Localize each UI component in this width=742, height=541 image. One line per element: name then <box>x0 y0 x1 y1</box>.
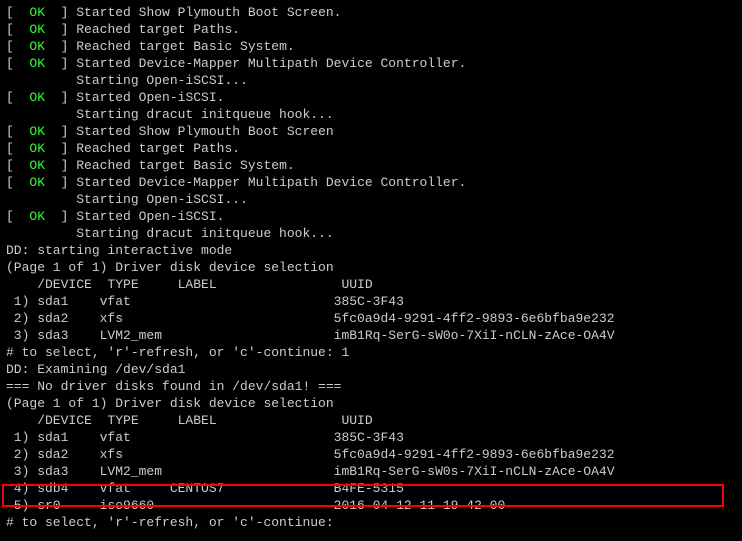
status-ok: OK <box>29 209 45 224</box>
boot-line-9: [ OK ] Reached target Basic System. <box>6 157 736 174</box>
status-ok: OK <box>29 175 45 190</box>
page1-nodisk: === No driver disks found in /dev/sda1! … <box>6 378 736 395</box>
boot-line-11: Starting Open-iSCSI... <box>6 191 736 208</box>
status-ok: OK <box>29 90 45 105</box>
status-ok: OK <box>29 22 45 37</box>
status-ok: OK <box>29 39 45 54</box>
page1-prompt: # to select, 'r'-refresh, or 'c'-continu… <box>6 344 736 361</box>
boot-line-13: Starting dracut initqueue hook... <box>6 225 736 242</box>
boot-line-12: [ OK ] Started Open-iSCSI. <box>6 208 736 225</box>
boot-line-2: [ OK ] Reached target Basic System. <box>6 38 736 55</box>
page2-header: /DEVICE TYPE LABEL UUID <box>6 412 736 429</box>
boot-line-8: [ OK ] Reached target Paths. <box>6 140 736 157</box>
page2-row-2: 3) sda3 LVM2_mem imB1Rq-SerG-sW0s-7XiI-n… <box>6 463 736 480</box>
page1-title: (Page 1 of 1) Driver disk device selecti… <box>6 259 736 276</box>
boot-terminal: [ OK ] Started Show Plymouth Boot Screen… <box>0 0 742 535</box>
status-ok: OK <box>29 141 45 156</box>
boot-line-5: [ OK ] Started Open-iSCSI. <box>6 89 736 106</box>
page2-row-0: 1) sda1 vfat 385C-3F43 <box>6 429 736 446</box>
page2-prompt: # to select, 'r'-refresh, or 'c'-continu… <box>6 514 736 531</box>
page2-row-highlighted: 4) sdb4 vfat CENTOS7 B4FE-5315 <box>6 480 736 497</box>
boot-line-7: [ OK ] Started Show Plymouth Boot Screen <box>6 123 736 140</box>
status-ok: OK <box>29 158 45 173</box>
boot-line-3: [ OK ] Started Device-Mapper Multipath D… <box>6 55 736 72</box>
boot-line-6: Starting dracut initqueue hook... <box>6 106 736 123</box>
boot-line-0: [ OK ] Started Show Plymouth Boot Screen… <box>6 4 736 21</box>
boot-line-4: Starting Open-iSCSI... <box>6 72 736 89</box>
page1-row-0: 1) sda1 vfat 385C-3F43 <box>6 293 736 310</box>
page2-row-4: 5) sr0 iso9660 2016-04-12-11-19-42-00 <box>6 497 736 514</box>
boot-line-1: [ OK ] Reached target Paths. <box>6 21 736 38</box>
page2-title: (Page 1 of 1) Driver disk device selecti… <box>6 395 736 412</box>
page1-header: /DEVICE TYPE LABEL UUID <box>6 276 736 293</box>
page1-row-1: 2) sda2 xfs 5fc0a9d4-9291-4ff2-9893-6e6b… <box>6 310 736 327</box>
status-ok: OK <box>29 5 45 20</box>
page1-exam: DD: Examining /dev/sda1 <box>6 361 736 378</box>
page2-row-1: 2) sda2 xfs 5fc0a9d4-9291-4ff2-9893-6e6b… <box>6 446 736 463</box>
status-ok: OK <box>29 56 45 71</box>
page1-row-2: 3) sda3 LVM2_mem imB1Rq-SerG-sW0o-7XiI-n… <box>6 327 736 344</box>
dd-start: DD: starting interactive mode <box>6 242 736 259</box>
status-ok: OK <box>29 124 45 139</box>
boot-line-10: [ OK ] Started Device-Mapper Multipath D… <box>6 174 736 191</box>
